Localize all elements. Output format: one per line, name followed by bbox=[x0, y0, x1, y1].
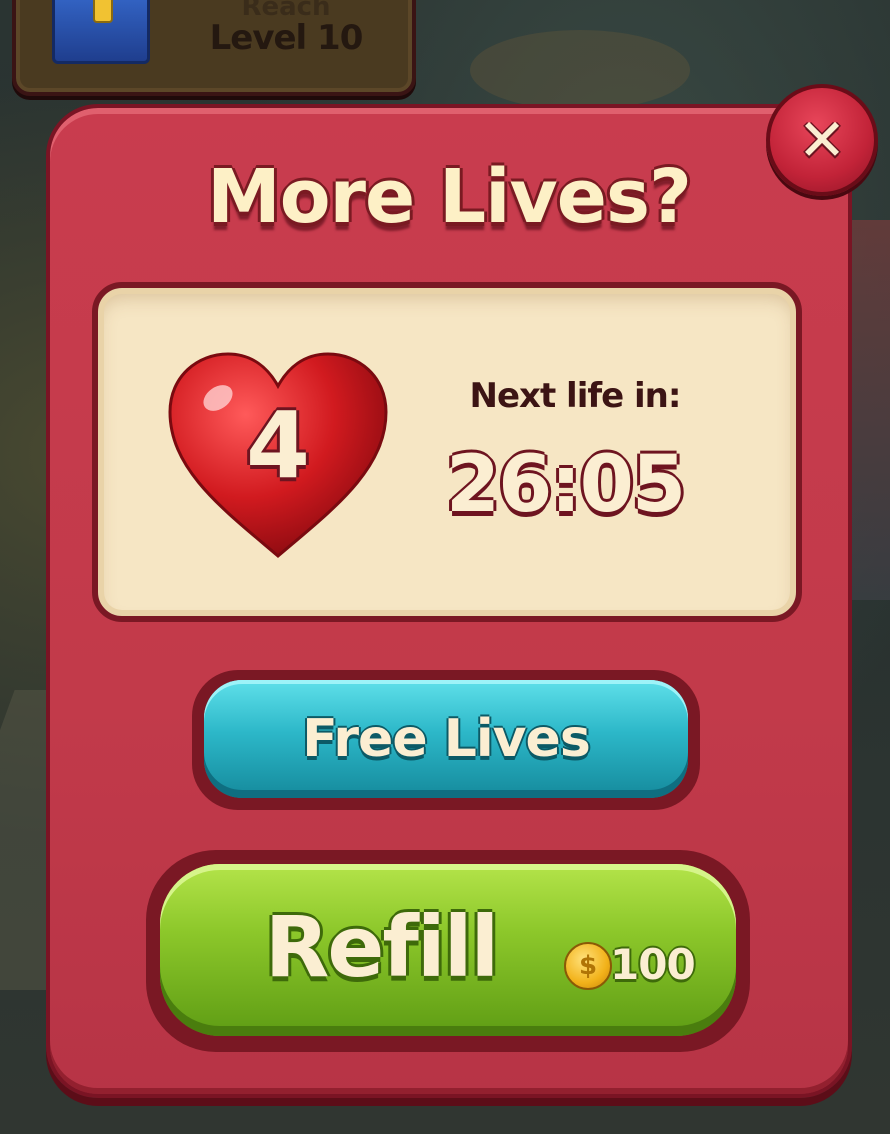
lives-count: 4 bbox=[245, 392, 310, 499]
free-lives-button[interactable]: Free Lives bbox=[192, 670, 700, 810]
dialog-title: More Lives? bbox=[207, 154, 692, 240]
close-button[interactable]: ✕ bbox=[766, 84, 878, 196]
close-icon: ✕ bbox=[797, 106, 847, 174]
background-cloud bbox=[470, 30, 690, 110]
next-life-label: Next life in: bbox=[469, 376, 682, 416]
refill-button[interactable]: Refill $ 100 bbox=[146, 850, 750, 1052]
free-lives-label: Free Lives bbox=[302, 709, 591, 769]
chest-icon bbox=[52, 0, 150, 64]
goal-banner-line2: Level 10 bbox=[209, 18, 364, 58]
refill-button-face[interactable]: Refill $ 100 bbox=[160, 864, 736, 1036]
refill-price: 100 bbox=[610, 940, 696, 989]
next-life-timer: 26:05 bbox=[445, 440, 686, 530]
level-goal-banner: Reach Level 10 bbox=[12, 0, 416, 96]
refill-label: Refill bbox=[264, 898, 500, 996]
coin-icon: $ bbox=[564, 942, 612, 990]
free-lives-button-face[interactable]: Free Lives bbox=[204, 680, 688, 798]
